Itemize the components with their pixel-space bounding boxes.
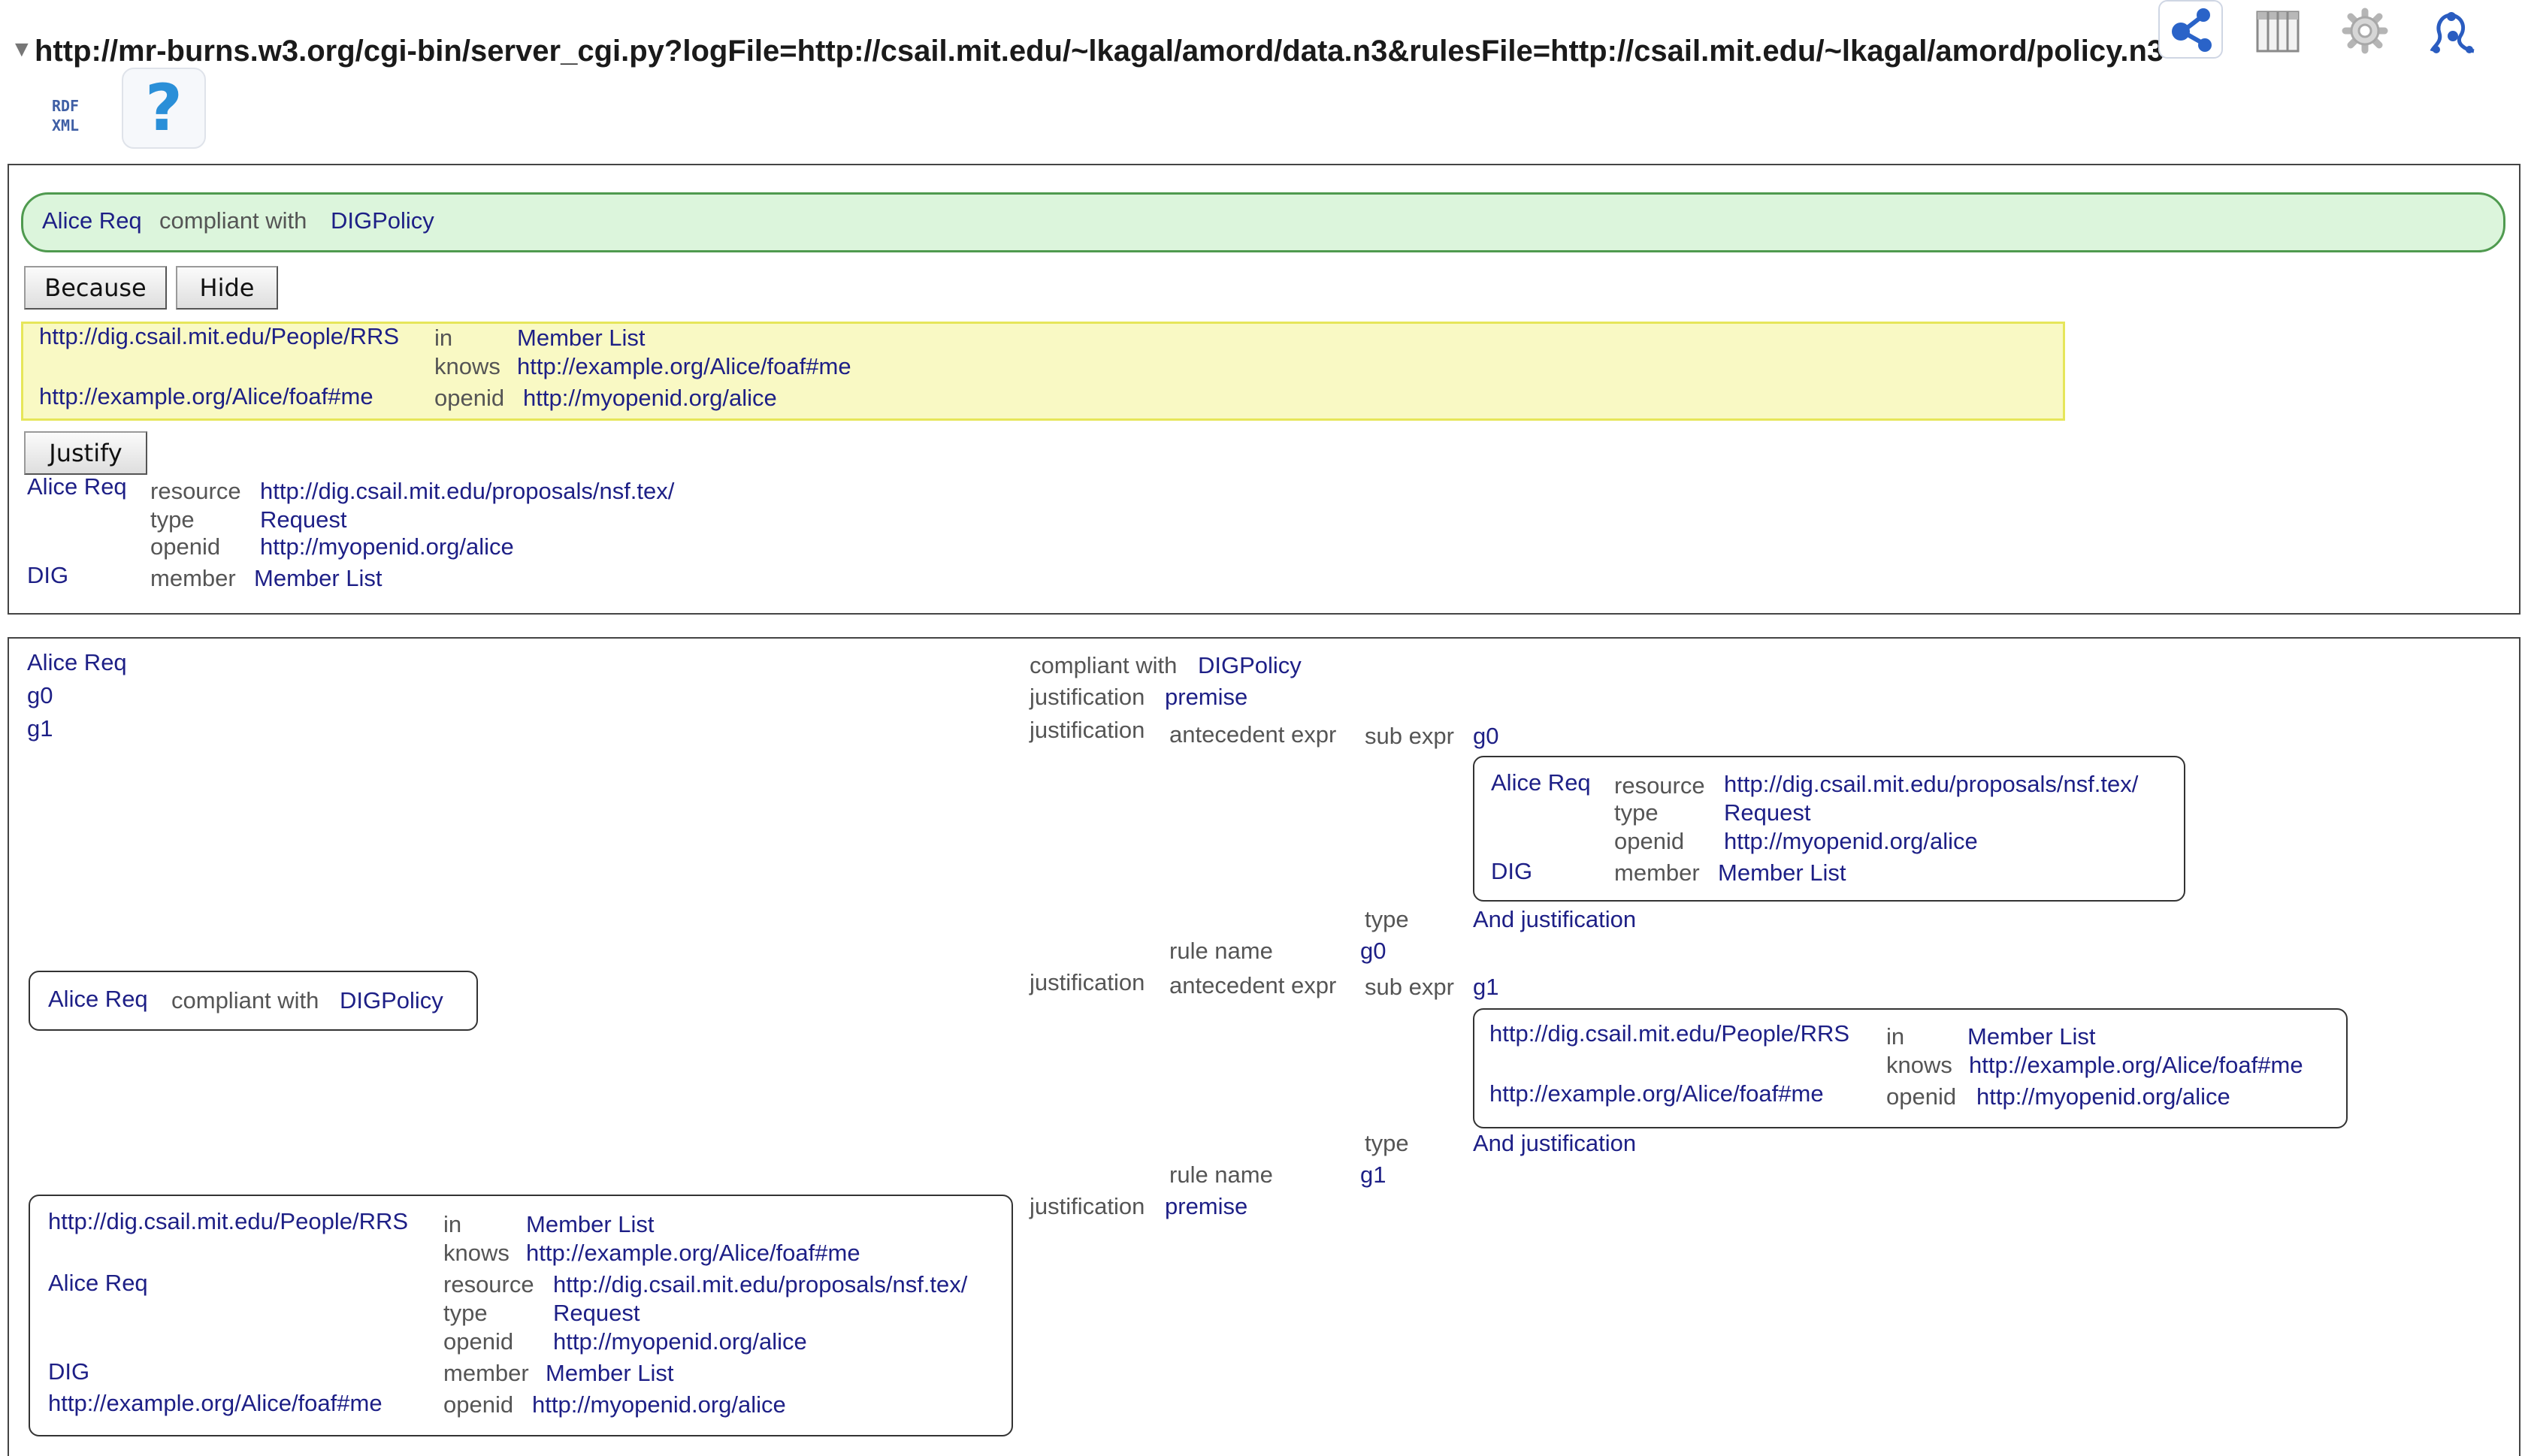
fact-subject[interactable]: http://dig.csail.mit.edu/People/RRS — [48, 1208, 408, 1235]
hide-button[interactable]: Hide — [176, 266, 278, 310]
detail-subject-alice-req[interactable]: Alice Req — [27, 649, 127, 676]
fact-predicate: openid — [434, 385, 505, 411]
fact-predicate: member — [150, 565, 236, 591]
fact-object[interactable]: http://myopenid.org/alice — [1724, 828, 1978, 855]
fact-object[interactable]: http://dig.csail.mit.edu/proposals/nsf.t… — [1724, 771, 2138, 798]
rdf-label: RDF — [51, 97, 80, 115]
fact-object[interactable]: Member List — [526, 1211, 655, 1238]
fact-object[interactable]: http://example.org/Alice/foaf#me — [517, 353, 851, 380]
type-value[interactable]: And justification — [1473, 1130, 1636, 1157]
fact-subject[interactable]: DIG — [1491, 858, 1532, 885]
type-label: type — [1365, 906, 1409, 932]
detail-predicate: justification — [1030, 717, 1145, 743]
fact-predicate: openid — [443, 1328, 514, 1355]
detail-predicate: justification — [1030, 684, 1145, 710]
fact-predicate: resource — [150, 478, 241, 504]
fact-object[interactable]: http://myopenid.org/alice — [260, 533, 514, 560]
fact-predicate: knows — [434, 353, 500, 379]
antecedent-expr-label: antecedent expr — [1169, 721, 1337, 748]
fact-object[interactable]: Member List — [1718, 859, 1846, 887]
justification-label: justification — [1030, 1193, 1145, 1219]
detail-subject-g0[interactable]: g0 — [27, 682, 53, 709]
sub-expr-value[interactable]: g1 — [1473, 974, 1498, 1001]
sub-expr-label: sub expr — [1365, 974, 1454, 1000]
type-label: type — [1365, 1130, 1409, 1156]
antecedent-expr-label: antecedent expr — [1169, 972, 1337, 998]
rule-name-label: rule name — [1169, 1161, 1273, 1188]
fact-object[interactable]: http://myopenid.org/alice — [1976, 1083, 2230, 1110]
fact-predicate: knows — [1886, 1052, 1952, 1078]
because-button[interactable]: Because — [24, 266, 167, 310]
sub-expr-value[interactable]: g0 — [1473, 723, 1498, 750]
fact-subject[interactable]: http://dig.csail.mit.edu/People/RRS — [39, 323, 399, 350]
fact-predicate: resource — [443, 1271, 534, 1297]
fact-object[interactable]: http://myopenid.org/alice — [532, 1391, 786, 1418]
fact-object[interactable]: http://myopenid.org/alice — [523, 385, 777, 412]
fact-subject[interactable]: DIG — [27, 562, 68, 589]
detail-subject-g1[interactable]: g1 — [27, 715, 53, 742]
fact-object[interactable]: Request — [260, 506, 346, 533]
fact-predicate: type — [150, 506, 195, 533]
conclusion-predicate: compliant with — [159, 207, 307, 234]
xml-label: XML — [51, 116, 80, 134]
fact-object[interactable]: http://example.org/Alice/foaf#me — [526, 1240, 860, 1267]
fact-object[interactable]: http://dig.csail.mit.edu/proposals/nsf.t… — [553, 1271, 967, 1298]
detail-object[interactable]: premise — [1165, 684, 1247, 711]
fact-object[interactable]: Request — [1724, 799, 1810, 826]
fact-predicate: openid — [443, 1391, 514, 1418]
fact-subject[interactable]: Alice Req — [27, 473, 127, 500]
fact-subject[interactable]: http://example.org/Alice/foaf#me — [1489, 1080, 1824, 1107]
type-value[interactable]: And justification — [1473, 906, 1636, 933]
conclusion-subject[interactable]: Alice Req — [42, 207, 142, 234]
fact-object[interactable]: DIGPolicy — [340, 987, 443, 1014]
justify-button[interactable]: Justify — [24, 431, 147, 475]
fact-object[interactable]: Member List — [254, 565, 383, 592]
graph-view-icon[interactable] — [2158, 0, 2223, 59]
fact-object[interactable]: http://myopenid.org/alice — [553, 1328, 807, 1355]
fact-predicate: resource — [1614, 772, 1705, 799]
detail-predicate: compliant with — [1030, 652, 1178, 678]
help-icon[interactable]: ? — [122, 68, 206, 149]
justification-value[interactable]: premise — [1165, 1193, 1247, 1220]
collapse-triangle-icon[interactable]: ▼ — [11, 36, 33, 63]
help-glyph: ? — [145, 71, 183, 146]
fact-object[interactable]: http://dig.csail.mit.edu/proposals/nsf.t… — [260, 478, 674, 505]
fact-predicate: member — [1614, 859, 1700, 886]
table-view-icon[interactable] — [2256, 11, 2300, 53]
fact-predicate: knows — [443, 1240, 510, 1266]
fact-subject[interactable]: Alice Req — [48, 1270, 148, 1297]
address-url: http://mr-burns.w3.org/cgi-bin/server_cg… — [35, 35, 2164, 68]
fact-predicate: in — [443, 1211, 462, 1237]
fact-subject[interactable]: Alice Req — [48, 986, 148, 1013]
fact-object[interactable]: Request — [553, 1300, 640, 1327]
fact-subject[interactable]: DIG — [48, 1358, 89, 1385]
fact-object[interactable]: http://example.org/Alice/foaf#me — [1969, 1052, 2303, 1079]
justification-icon[interactable] — [2429, 11, 2477, 56]
fact-predicate: openid — [1614, 828, 1685, 854]
fact-predicate: openid — [150, 533, 221, 560]
fact-subject[interactable]: http://example.org/Alice/foaf#me — [48, 1390, 383, 1417]
fact-subject[interactable]: Alice Req — [1491, 769, 1591, 796]
fact-predicate: in — [434, 325, 453, 351]
detail-object[interactable]: DIGPolicy — [1198, 652, 1302, 679]
rule-name-label: rule name — [1169, 938, 1273, 964]
fact-predicate: in — [1886, 1023, 1905, 1050]
rule-name-value[interactable]: g1 — [1360, 1161, 1386, 1189]
rdf-xml-icon[interactable]: RDF XML — [47, 96, 84, 141]
settings-gear-icon[interactable] — [2342, 8, 2388, 54]
fact-object[interactable]: Member List — [517, 325, 646, 352]
justification-label: justification — [1030, 969, 1145, 995]
fact-predicate: openid — [1886, 1083, 1957, 1110]
fact-subject[interactable]: http://dig.csail.mit.edu/People/RRS — [1489, 1020, 1849, 1047]
rule-name-value[interactable]: g0 — [1360, 938, 1386, 965]
fact-object[interactable]: Member List — [1967, 1023, 2096, 1050]
fact-object[interactable]: Member List — [546, 1360, 674, 1387]
sub-expr-label: sub expr — [1365, 723, 1454, 749]
fact-subject[interactable]: http://example.org/Alice/foaf#me — [39, 383, 373, 410]
fact-predicate: compliant with — [171, 987, 319, 1013]
fact-predicate: member — [443, 1360, 529, 1386]
fact-predicate: type — [1614, 799, 1659, 826]
conclusion-object[interactable]: DIGPolicy — [331, 207, 434, 234]
fact-predicate: type — [443, 1300, 488, 1326]
